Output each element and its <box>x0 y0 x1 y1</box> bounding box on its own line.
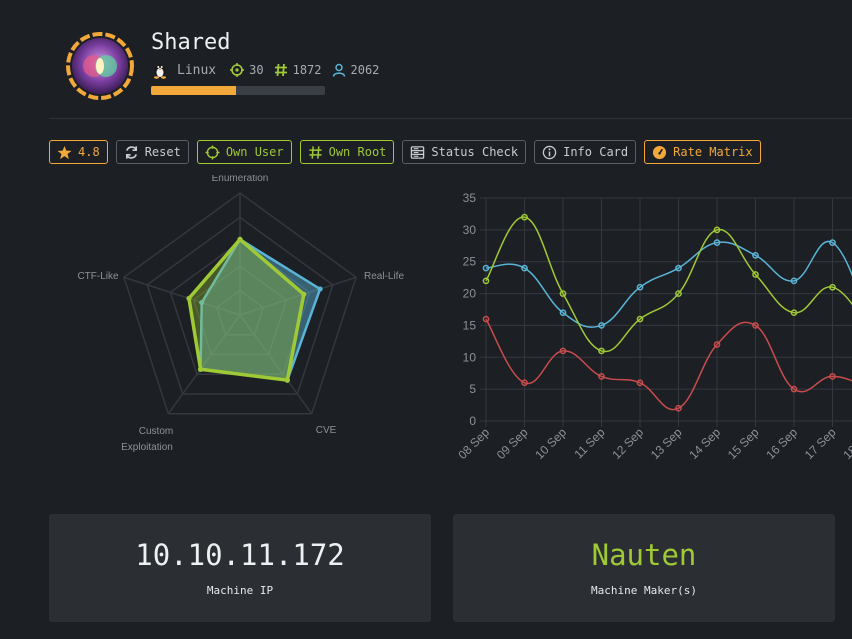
divider <box>49 118 852 119</box>
hashtag-icon <box>309 145 322 159</box>
radar-point <box>301 291 307 297</box>
radar-point <box>284 377 290 383</box>
own-user-label: Own User <box>225 145 284 159</box>
star-icon <box>57 145 72 159</box>
rating-value: 4.8 <box>78 145 100 159</box>
hashtag-icon <box>274 63 287 77</box>
radar-chart: Enumeration Real-Life CVE Custom Exploitatio… <box>77 175 404 453</box>
status-check-label: Status Check <box>431 145 519 159</box>
x-tick-label: 08 Sep <box>455 425 492 462</box>
x-tick-label: 13 Sep <box>648 425 685 462</box>
x-tick-label: 15 Sep <box>725 425 762 462</box>
radar-point <box>186 295 192 302</box>
progress-bar <box>151 86 325 95</box>
target-icon <box>230 63 245 77</box>
x-tick-label: 16 Sep <box>763 425 800 462</box>
status-check-button[interactable]: Status Check <box>402 140 527 164</box>
gauge-icon <box>653 145 667 159</box>
y-tick-label: 15 <box>463 318 477 332</box>
linux-tux-icon <box>154 64 166 79</box>
x-tick-label: 14 Sep <box>686 425 723 462</box>
series-line <box>485 318 852 411</box>
action-toolbar: 4.8 Reset Own User Own Root Status Check… <box>49 140 761 164</box>
machine-maker-card: Nauten Machine Maker(s) <box>453 514 835 622</box>
info-icon <box>542 145 557 159</box>
machine-maker-value[interactable]: Nauten <box>453 538 835 572</box>
x-tick-label: 18 Sep <box>840 425 852 462</box>
rating-button[interactable]: 4.8 <box>49 140 108 164</box>
x-tick-label: 11 Sep <box>571 425 607 461</box>
reset-label: Reset <box>144 145 181 159</box>
progress-fill <box>151 86 237 95</box>
refresh-icon <box>125 145 137 159</box>
machine-ip-value: 10.10.11.172 <box>135 538 345 572</box>
radar-axis-label: CVE <box>316 425 337 436</box>
radar-axis-label: CTF-Like <box>77 271 119 282</box>
radar-point <box>237 236 243 242</box>
x-tick-label: 09 Sep <box>494 425 531 462</box>
own-user-button[interactable]: Own User <box>196 140 292 164</box>
y-tick-label: 20 <box>463 287 477 301</box>
machine-avatar <box>66 32 134 100</box>
y-tick-label: 35 <box>463 191 477 205</box>
user-icon <box>332 63 345 77</box>
y-tick-label: 0 <box>469 414 476 428</box>
y-tick-label: 10 <box>463 350 477 364</box>
y-tick-label: 25 <box>463 255 477 269</box>
target-icon <box>205 144 220 160</box>
machine-name: Shared <box>151 30 231 55</box>
info-card-button[interactable]: Info Card <box>534 140 637 164</box>
y-tick-label: 5 <box>469 382 476 396</box>
own-root-button[interactable]: Own Root <box>299 140 395 164</box>
own-root-label: Own Root <box>328 145 387 159</box>
radar-axis-label: Custom Exploitation <box>121 426 173 453</box>
server-icon <box>411 145 425 159</box>
machine-ip-label: Machine IP <box>206 584 274 597</box>
radar-point <box>317 286 323 292</box>
ownership-line-chart: 0 5 10 15 20 25 30 35 08 Sep 09 Sep 10 Sep 11 Sep 12… <box>455 191 852 462</box>
y-tick-label: 30 <box>463 223 477 237</box>
machine-maker-label: Machine Maker(s) <box>591 584 697 597</box>
radar-point <box>197 366 204 372</box>
x-tick-label: 17 Sep <box>802 425 839 462</box>
os-label: Linux <box>177 62 217 78</box>
user-owns-value: 1872 <box>292 63 322 77</box>
info-card-label: Info Card <box>563 145 629 159</box>
rate-matrix-label: Rate Matrix <box>673 145 753 159</box>
radar-series-area <box>187 236 306 383</box>
root-owns-value: 2062 <box>350 63 380 77</box>
x-tick-label: 12 Sep <box>609 425 646 462</box>
radar-axis-label: Real-Life <box>364 271 404 282</box>
series-line <box>485 240 852 328</box>
x-tick-label: 10 Sep <box>532 425 569 462</box>
radar-axis-label: Enumeration <box>212 175 269 184</box>
reset-button[interactable]: Reset <box>115 140 189 164</box>
rate-matrix-button[interactable]: Rate Matrix <box>644 140 761 164</box>
machine-ip-card: 10.10.11.172 Machine IP <box>49 514 431 622</box>
machine-meta: Linux 30 1872 2062 <box>151 61 389 79</box>
points-value: 30 <box>249 63 264 77</box>
